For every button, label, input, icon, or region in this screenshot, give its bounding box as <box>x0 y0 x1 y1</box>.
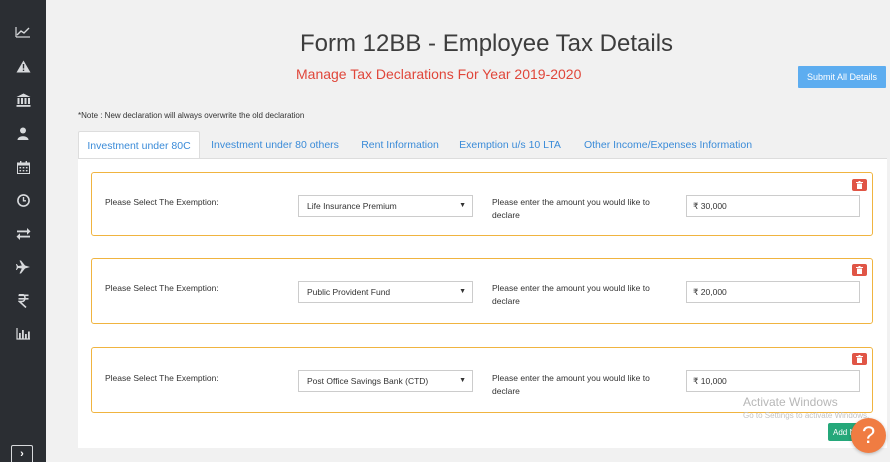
amount-prompt: Please enter the amount you would like t… <box>492 283 650 306</box>
page-subtitle: Manage Tax Declarations For Year 2019-20… <box>296 66 582 82</box>
chart-line-icon[interactable] <box>12 21 34 43</box>
help-button[interactable]: ? <box>851 418 886 453</box>
exemption-select-value: Life Insurance Premium <box>307 201 397 211</box>
exemption-select[interactable]: Post Office Savings Bank (CTD) ▼ <box>298 370 473 392</box>
tab-investment-80c[interactable]: Investment under 80C <box>78 131 200 159</box>
amount-input[interactable]: ₹ 10,000 <box>686 370 860 392</box>
exemption-select[interactable]: Life Insurance Premium ▼ <box>298 195 473 217</box>
tab-rent-information[interactable]: Rent Information <box>356 131 444 158</box>
tab-exemption-10-lta[interactable]: Exemption u/s 10 LTA <box>455 131 565 158</box>
warning-icon[interactable] <box>12 55 34 77</box>
amount-prompt: Please enter the amount you would like t… <box>492 197 650 220</box>
amount-prompt: Please enter the amount you would like t… <box>492 373 650 396</box>
clock-icon[interactable] <box>12 189 34 211</box>
note-text: *Note : New declaration will always over… <box>78 111 305 120</box>
activate-windows-watermark: Activate Windows <box>743 395 838 409</box>
exemption-label: Please Select The Exemption: <box>105 373 219 383</box>
exemption-select-value: Post Office Savings Bank (CTD) <box>307 376 429 386</box>
exchange-icon[interactable] <box>12 223 34 245</box>
tab-bar: Investment under 80C Investment under 80… <box>78 131 887 159</box>
submit-all-details-button[interactable]: Submit All Details <box>798 66 886 88</box>
declaration-card: Please Select The Exemption: Life Insura… <box>91 172 873 236</box>
page-title: Form 12BB - Employee Tax Details <box>300 30 674 57</box>
user-icon[interactable] <box>12 122 34 144</box>
exemption-label: Please Select The Exemption: <box>105 283 219 293</box>
tab-other-income-expenses[interactable]: Other Income/Expenses Information <box>578 131 758 158</box>
sidebar: › <box>0 0 46 462</box>
exemption-select[interactable]: Public Provident Fund ▼ <box>298 281 473 303</box>
plane-icon[interactable] <box>12 256 34 278</box>
amount-input[interactable]: ₹ 20,000 <box>686 281 860 303</box>
caret-down-icon: ▼ <box>459 202 466 209</box>
exemption-label: Please Select The Exemption: <box>105 197 219 207</box>
trash-icon <box>856 181 863 189</box>
bank-icon[interactable] <box>12 89 34 111</box>
delete-declaration-button[interactable] <box>852 353 867 365</box>
chevron-right-icon: › <box>20 448 24 460</box>
caret-down-icon: ▼ <box>459 288 466 295</box>
rupee-icon[interactable] <box>12 290 34 312</box>
question-mark-icon: ? <box>861 421 876 449</box>
activate-windows-subtext: Go to Settings to activate Windows. <box>743 411 870 420</box>
exemption-select-value: Public Provident Fund <box>307 287 391 297</box>
caret-down-icon: ▼ <box>459 377 466 384</box>
declaration-card: Please Select The Exemption: Public Prov… <box>91 258 873 324</box>
delete-declaration-button[interactable] <box>852 179 867 191</box>
sidebar-toggle-button[interactable]: › <box>11 445 33 462</box>
amount-input[interactable]: ₹ 30,000 <box>686 195 860 217</box>
delete-declaration-button[interactable] <box>852 264 867 276</box>
trash-icon <box>856 355 863 363</box>
trash-icon <box>856 266 863 274</box>
bar-chart-icon[interactable] <box>12 323 34 345</box>
tab-investment-80-others[interactable]: Investment under 80 others <box>208 131 342 158</box>
calendar-icon[interactable] <box>12 156 34 178</box>
